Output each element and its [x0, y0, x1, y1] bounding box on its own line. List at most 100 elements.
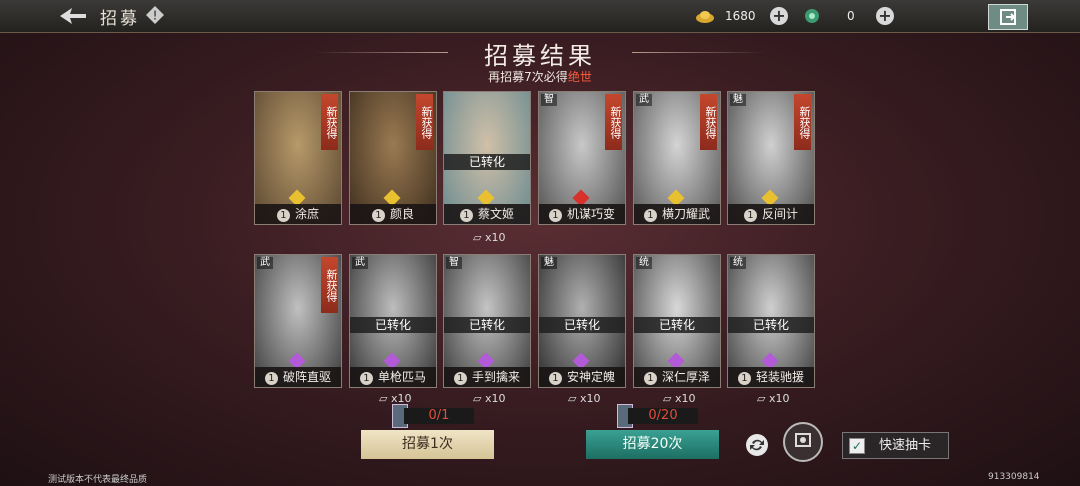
- result-card[interactable]: 智已转化 1 手到擒来: [443, 254, 531, 388]
- converted-label: 已转化: [444, 317, 530, 333]
- card-name: 1 横刀耀武: [634, 204, 720, 224]
- card-name-text: 反间计: [761, 207, 798, 221]
- info-icon[interactable]: !: [145, 5, 165, 25]
- result-card[interactable]: 统已转化 1 轻装驰援: [727, 254, 815, 388]
- top-bar: 招募 ! 1680 + 0 +: [0, 0, 1080, 33]
- result-card[interactable]: 武 新获得 1 破阵直驱: [254, 254, 342, 388]
- gold-resource: 1680: [695, 7, 756, 25]
- card-attribute-tag: 武: [636, 94, 652, 106]
- card-name: 1 涂庶: [255, 204, 341, 224]
- svg-text:!: !: [153, 9, 158, 23]
- card-name-text: 破阵直驱: [282, 370, 331, 384]
- card-level: 1: [359, 372, 373, 385]
- card-name: 1 破阵直驱: [255, 367, 341, 387]
- new-acquired-badge: 新获得: [416, 94, 433, 150]
- new-acquired-badge: 新获得: [321, 94, 338, 150]
- card-name: 1 颜良: [350, 204, 436, 224]
- card-attribute-tag: 统: [636, 257, 652, 269]
- card-name-text: 轻装驰援: [755, 370, 804, 384]
- card-name: 1 手到擒来: [444, 367, 530, 387]
- pity-text: 再招募7次必得: [488, 70, 568, 84]
- jade-orb-icon: [805, 9, 819, 23]
- result-card[interactable]: 已转化 1 蔡文姬: [443, 91, 531, 225]
- card-name: 1 蔡文姬: [444, 204, 530, 224]
- duplicate-shard-count: ▱ x10: [379, 392, 412, 402]
- add-jade-button[interactable]: +: [876, 7, 894, 25]
- results-title: 招募结果: [484, 42, 596, 70]
- new-acquired-badge: 新获得: [700, 94, 717, 150]
- recruit-once-button[interactable]: 招募1次: [361, 430, 494, 459]
- results-heading: 招募结果: [0, 36, 1080, 71]
- card-level: 1: [371, 209, 385, 222]
- card-level: 1: [743, 209, 757, 222]
- result-card[interactable]: 新获得 1 颜良: [349, 91, 437, 225]
- card-name: 1 深仁厚泽: [634, 367, 720, 387]
- result-card[interactable]: 武已转化 1 单枪匹马: [349, 254, 437, 388]
- card-name-text: 横刀耀武: [661, 207, 710, 221]
- back-arrow-icon[interactable]: [58, 6, 88, 26]
- converted-label: 已转化: [634, 317, 720, 333]
- card-name: 1 反间计: [728, 204, 814, 224]
- card-level: 1: [643, 372, 657, 385]
- result-card[interactable]: 智 新获得 1 机谋巧变: [538, 91, 626, 225]
- card-name-text: 蔡文姬: [477, 207, 514, 221]
- card-level: 1: [453, 372, 467, 385]
- disclaimer-text: 测试版本不代表最终品质: [48, 475, 148, 485]
- page-title: 招募: [100, 9, 140, 29]
- result-card[interactable]: 武 新获得 1 横刀耀武: [633, 91, 721, 225]
- duplicate-shard-count: ▱ x10: [663, 392, 696, 402]
- card-name-text: 深仁厚泽: [661, 370, 710, 384]
- card-name-text: 机谋巧变: [566, 207, 615, 221]
- quick-draw-label: 快速抽卡: [879, 438, 932, 453]
- gold-amount: 1680: [725, 9, 756, 23]
- card-attribute-tag: 智: [541, 94, 557, 106]
- card-attribute-tag: 武: [352, 257, 368, 269]
- pity-highlight: 绝世: [567, 70, 592, 84]
- new-acquired-badge: 新获得: [321, 257, 338, 313]
- card-name: 1 机谋巧变: [539, 204, 625, 224]
- card-attribute-tag: 统: [730, 257, 746, 269]
- jade-amount: 0: [847, 9, 855, 23]
- new-acquired-badge: 新获得: [605, 94, 622, 150]
- converted-label: 已转化: [350, 317, 436, 333]
- converted-label: 已转化: [444, 154, 530, 170]
- skip-animation-icon[interactable]: [783, 422, 823, 462]
- new-acquired-badge: 新获得: [794, 94, 811, 150]
- multi-ticket-count: 0/20: [628, 408, 698, 424]
- add-gold-button[interactable]: +: [770, 7, 788, 25]
- card-level: 1: [548, 209, 562, 222]
- card-level: 1: [643, 209, 657, 222]
- jade-resource: 0: [803, 7, 855, 25]
- recruit-twenty-button[interactable]: 招募20次: [586, 430, 719, 459]
- card-name: 1 安神定魄: [539, 367, 625, 387]
- duplicate-shard-count: ▱ x10: [473, 231, 506, 244]
- quick-draw-checkbox[interactable]: ✓: [849, 438, 865, 454]
- card-attribute-tag: 智: [446, 257, 462, 269]
- card-attribute-tag: 魅: [730, 94, 746, 106]
- card-name: 1 轻装驰援: [728, 367, 814, 387]
- card-level: 1: [264, 372, 278, 385]
- card-level: 1: [548, 372, 562, 385]
- card-attribute-tag: 武: [257, 257, 273, 269]
- quick-draw-toggle[interactable]: ✓ 快速抽卡: [842, 432, 949, 459]
- exit-icon: [1000, 9, 1016, 25]
- duplicate-shard-count: ▱ x10: [757, 392, 790, 402]
- card-name: 1 单枪匹马: [350, 367, 436, 387]
- duplicate-shard-count: ▱ x10: [473, 392, 506, 402]
- card-name-text: 手到擒来: [471, 370, 520, 384]
- exit-button[interactable]: [988, 4, 1028, 30]
- result-card[interactable]: 新获得 1 涂庶: [254, 91, 342, 225]
- card-name-text: 单枪匹马: [377, 370, 426, 384]
- card-level: 1: [276, 209, 290, 222]
- result-card[interactable]: 魅 新获得 1 反间计: [727, 91, 815, 225]
- pity-notice: 再招募7次必得绝世: [0, 68, 1080, 85]
- card-level: 1: [737, 372, 751, 385]
- refresh-icon[interactable]: [746, 434, 768, 456]
- converted-label: 已转化: [728, 317, 814, 333]
- card-level: 1: [459, 209, 473, 222]
- converted-label: 已转化: [539, 317, 625, 333]
- build-number: 913309814: [988, 472, 1040, 482]
- result-card[interactable]: 魅已转化 1 安神定魄: [538, 254, 626, 388]
- result-card[interactable]: 统已转化 1 深仁厚泽: [633, 254, 721, 388]
- card-name-text: 颜良: [389, 207, 414, 221]
